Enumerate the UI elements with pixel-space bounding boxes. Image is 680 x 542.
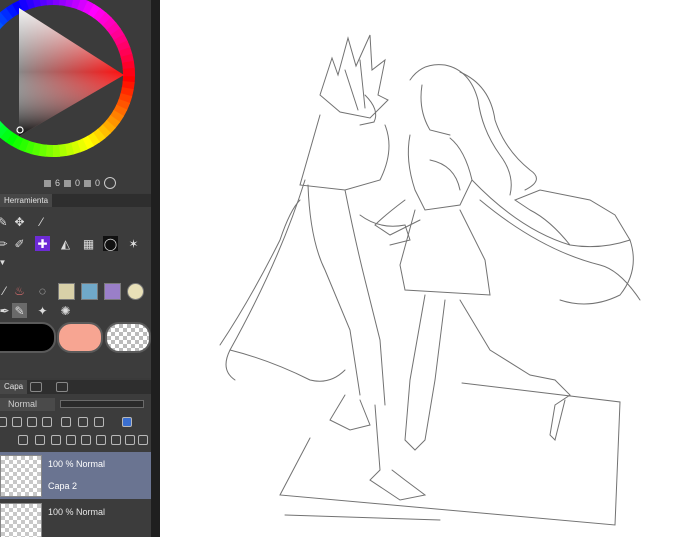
eyedropper-tool-icon[interactable]: ⁄ [34, 214, 49, 229]
lasso-sub-icon[interactable]: ◌ [35, 283, 50, 298]
color-wheel[interactable] [0, 0, 151, 170]
selection-count-icon [64, 179, 72, 187]
status-value-3: 0 [95, 178, 101, 188]
brush-tool-icon[interactable]: ✏ [0, 236, 10, 251]
lasso-tool-icon[interactable]: ◯ [103, 236, 118, 251]
transparent-color-swatch[interactable] [105, 322, 151, 353]
clip-icon[interactable] [0, 417, 7, 427]
lock-transparency-icon[interactable] [42, 417, 52, 427]
cake-sub-icon[interactable]: ♨ [12, 283, 27, 298]
auto-select-tool-icon[interactable]: ✶ [126, 236, 141, 251]
mask-add-icon[interactable] [111, 435, 121, 445]
left-panel: 6 0 0 Herramienta ✎ ✥ ⁄ ✏ ✐ ✚ ◭ ▦ ◯ ✶ ▼ … [0, 0, 151, 537]
layer-count-icon [44, 179, 51, 187]
tab-history-icon[interactable] [30, 382, 42, 392]
swap-icon [84, 179, 92, 187]
tool-tab-bar: Herramienta [0, 194, 151, 207]
expand-tools-icon[interactable]: ▼ [0, 255, 10, 270]
spray-sub-icon[interactable]: ✺ [58, 303, 73, 318]
show-ruler-icon[interactable] [94, 417, 104, 427]
blend-mode-select[interactable]: Normal [0, 398, 55, 411]
layer-row[interactable]: 100 % Normal Capa 2 [0, 452, 151, 499]
clear-icon[interactable] [125, 435, 135, 445]
tab-navigator-icon[interactable] [56, 382, 68, 392]
lock-icon[interactable] [27, 417, 37, 427]
reset-icon[interactable] [104, 177, 117, 189]
mountain-sub-icon[interactable] [104, 283, 121, 300]
pen-tool-icon[interactable]: ✎ [0, 214, 10, 229]
pattern-sub-icon[interactable] [58, 283, 75, 300]
color-status-bar: 6 0 0 [44, 177, 117, 189]
opacity-slider[interactable] [60, 400, 144, 408]
layer-panel: Normal 100 % Normal Capa 2 100 % Normal [0, 394, 151, 537]
sketch-drawing [219, 34, 641, 526]
drawing-canvas[interactable] [160, 0, 680, 537]
airbrush-sub-icon[interactable]: ✦ [35, 303, 50, 318]
pen-sub-icon[interactable]: ✒ [0, 303, 12, 318]
fill-tool-icon[interactable]: ◭ [58, 236, 73, 251]
merge-icon[interactable] [66, 435, 76, 445]
foreground-color-swatch[interactable] [0, 322, 56, 353]
layer-thumbnail [0, 455, 42, 497]
layer-color-icon[interactable] [122, 417, 132, 427]
diamond-sub-icon[interactable] [81, 283, 98, 300]
pencil-tool-icon[interactable]: ✐ [12, 236, 27, 251]
layer-tab-bar: Capa [0, 380, 151, 394]
selection-tool-icon[interactable]: ✚ [35, 236, 50, 251]
panel-divider[interactable] [151, 0, 160, 537]
reference-icon[interactable] [12, 417, 22, 427]
new-raster-layer-icon[interactable] [18, 435, 28, 445]
brush-sub-icon[interactable]: ⁄ [0, 283, 12, 298]
combine-icon[interactable] [96, 435, 106, 445]
status-value-1: 6 [55, 178, 61, 188]
move-tool-icon[interactable]: ✥ [12, 214, 27, 229]
layer-name: Capa 2 [48, 481, 78, 491]
mask-icon[interactable] [61, 417, 71, 427]
ruler-icon[interactable] [78, 417, 88, 427]
status-value-2: 0 [75, 178, 81, 188]
new-folder-icon[interactable] [51, 435, 61, 445]
delete-layer-icon[interactable] [138, 435, 148, 445]
tab-capa[interactable]: Capa [0, 380, 28, 394]
background-color-swatch[interactable] [57, 322, 103, 353]
gradient-tool-icon[interactable]: ▦ [81, 236, 96, 251]
color-wheel-panel: 6 0 0 [0, 0, 151, 193]
layer-mode: 100 % Normal [48, 507, 106, 517]
tool-panel: ✎ ✥ ⁄ ✏ ✐ ✚ ◭ ▦ ◯ ✶ ▼ ⁄ ♨ ◌ ✒ ✎ ✦ ✺ [0, 207, 151, 378]
layer-thumbnail [0, 503, 42, 537]
tab-herramienta[interactable]: Herramienta [0, 194, 53, 207]
marker-sub-icon[interactable]: ✎ [12, 303, 27, 318]
circle-sub-icon[interactable] [127, 283, 144, 300]
layer-row[interactable]: 100 % Normal [0, 500, 151, 537]
layer-mode: 100 % Normal [48, 459, 106, 469]
transfer-icon[interactable] [81, 435, 91, 445]
new-vector-layer-icon[interactable] [35, 435, 45, 445]
